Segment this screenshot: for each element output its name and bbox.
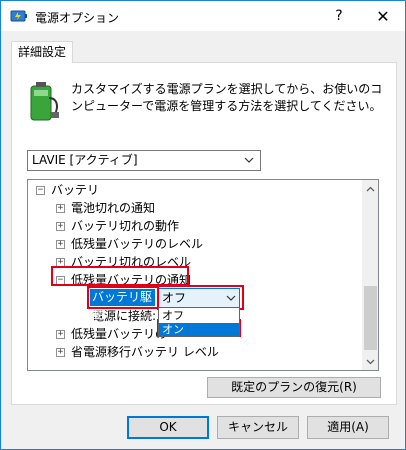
- tree-item-label: バッテリ切れの動作: [71, 219, 180, 233]
- expand-icon[interactable]: +: [56, 240, 65, 249]
- scroll-thumb[interactable]: [364, 286, 377, 350]
- tree-item-label: バッテリ切れのレベル: [71, 255, 192, 269]
- settings-tree[interactable]: − バッテリ + 電池切れの通知 + バッテリ切れの動作 + 低残量バッテリのレ…: [27, 179, 379, 371]
- option-on[interactable]: オン: [159, 323, 239, 336]
- power-options-icon: [10, 10, 27, 22]
- vertical-scrollbar[interactable]: [362, 180, 378, 370]
- expand-icon[interactable]: +: [56, 222, 65, 231]
- cancel-button[interactable]: キャンセル: [217, 416, 299, 439]
- title-bar: 電源オプション ? ✕: [1, 1, 405, 31]
- on-battery-select[interactable]: オフ: [158, 288, 240, 308]
- tree-item-label: 低残量バッテリの: [71, 327, 168, 341]
- tree-item-label: 省電源移行バッテリ レベル: [71, 345, 219, 359]
- power-options-dialog: 電源オプション ? ✕ 詳細設定 カスタマイズする電源プランを選択してから、お使…: [0, 0, 406, 450]
- expand-icon[interactable]: +: [56, 330, 65, 339]
- tree-item-label: 電池切れの通知: [71, 201, 156, 215]
- description-text: カスタマイズする電源プランを選択してから、お使いのコンピューターで電源を管理する…: [71, 82, 383, 113]
- scroll-up-button[interactable]: [362, 180, 378, 197]
- restore-defaults-button[interactable]: 既定のプランの復元(R): [207, 377, 381, 398]
- expand-icon[interactable]: +: [56, 258, 65, 267]
- chevron-down-icon: [366, 359, 375, 364]
- ok-button[interactable]: OK: [127, 416, 209, 439]
- collapse-icon[interactable]: −: [56, 276, 65, 285]
- collapse-icon[interactable]: −: [36, 186, 45, 195]
- expand-icon[interactable]: +: [56, 204, 65, 213]
- apply-button[interactable]: 適用(A): [307, 416, 389, 439]
- window-title: 電源オプション: [35, 11, 120, 25]
- close-button[interactable]: ✕: [361, 1, 405, 31]
- on-battery-value: オフ: [162, 291, 187, 305]
- expand-icon[interactable]: +: [56, 348, 65, 357]
- power-plan-value: LAVIE [アクティブ]: [32, 153, 138, 167]
- battery-plug-icon: [30, 82, 59, 121]
- tree-item-label: バッテリ: [51, 183, 100, 197]
- scroll-down-button[interactable]: [362, 353, 378, 370]
- help-button[interactable]: ?: [317, 1, 361, 31]
- on-battery-label[interactable]: バッテリ駆動:: [90, 289, 155, 321]
- tab-advanced-settings[interactable]: 詳細設定: [11, 41, 73, 63]
- tree-item-label: 低残量バッテリの通知: [71, 273, 192, 287]
- chevron-down-icon: [244, 157, 254, 163]
- chevron-up-icon: [366, 186, 375, 191]
- option-off[interactable]: オフ: [159, 309, 239, 322]
- power-plan-select[interactable]: LAVIE [アクティブ]: [27, 150, 261, 171]
- tree-item-label: 低残量バッテリのレベル: [71, 237, 204, 251]
- on-battery-dropdown-list[interactable]: オフ オン: [158, 307, 240, 337]
- chevron-down-icon: [226, 295, 236, 301]
